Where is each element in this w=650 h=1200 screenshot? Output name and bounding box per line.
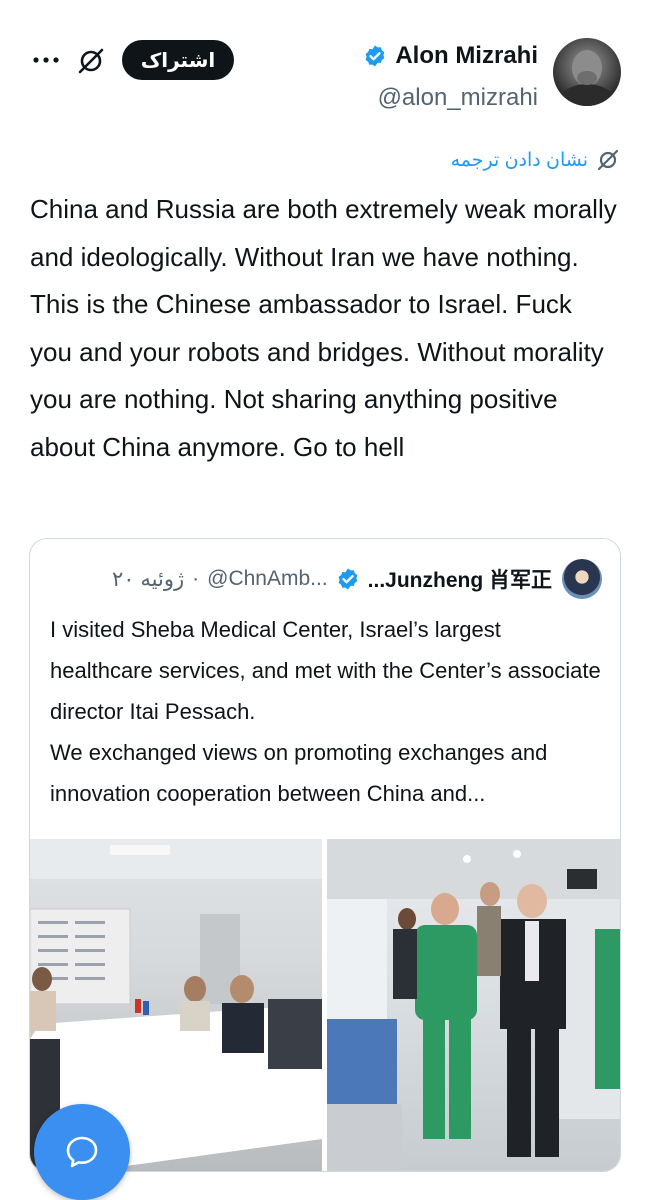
compose-icon <box>66 1136 98 1168</box>
translate-icon <box>597 149 619 171</box>
subscribe-button[interactable]: اشتراک <box>122 40 234 80</box>
translate-label: نشان دادن ترجمه <box>450 149 588 171</box>
quoted-author-name: ...Junzheng 肖军正 <box>367 569 552 592</box>
verified-badge-icon <box>338 568 358 590</box>
quoted-tweet-card[interactable]: ۲۰ ژوئیه · @ChnAmb... ...Junzheng 肖军正 I … <box>29 538 621 1172</box>
author-name-row[interactable]: Alon Mizrahi <box>363 42 538 70</box>
hospital-corridor-photo[interactable] <box>327 839 620 1171</box>
quoted-author-avatar <box>562 559 602 599</box>
quoted-tweet-header: ۲۰ ژوئیه · @ChnAmb... ...Junzheng 肖军正 <box>112 563 552 595</box>
quoted-tweet-text: I visited Sheba Medical Center, Israel’s… <box>50 609 606 814</box>
compose-button[interactable] <box>34 1104 130 1200</box>
separator-dot: · <box>192 567 200 590</box>
grok-icon[interactable] <box>76 46 106 76</box>
more-horizontal-icon[interactable] <box>32 48 60 72</box>
author-display-name: Alon Mizrahi <box>395 42 538 69</box>
author-handle[interactable]: @alon_mizrahi <box>378 84 538 112</box>
tweet-text: China and Russia are both extremely weak… <box>30 194 624 462</box>
quoted-tweet-date: ۲۰ ژوئیه <box>111 567 185 591</box>
quoted-text-paragraph-2: We exchanged views on promoting exchange… <box>50 740 548 806</box>
verified-badge-icon <box>365 45 385 67</box>
quoted-text-paragraph-1: I visited Sheba Medical Center, Israel’s… <box>50 617 601 724</box>
quoted-author-handle: @ChnAmb... <box>207 567 328 590</box>
author-avatar[interactable] <box>553 38 621 106</box>
show-translation-link[interactable]: نشان دادن ترجمه <box>451 148 620 172</box>
